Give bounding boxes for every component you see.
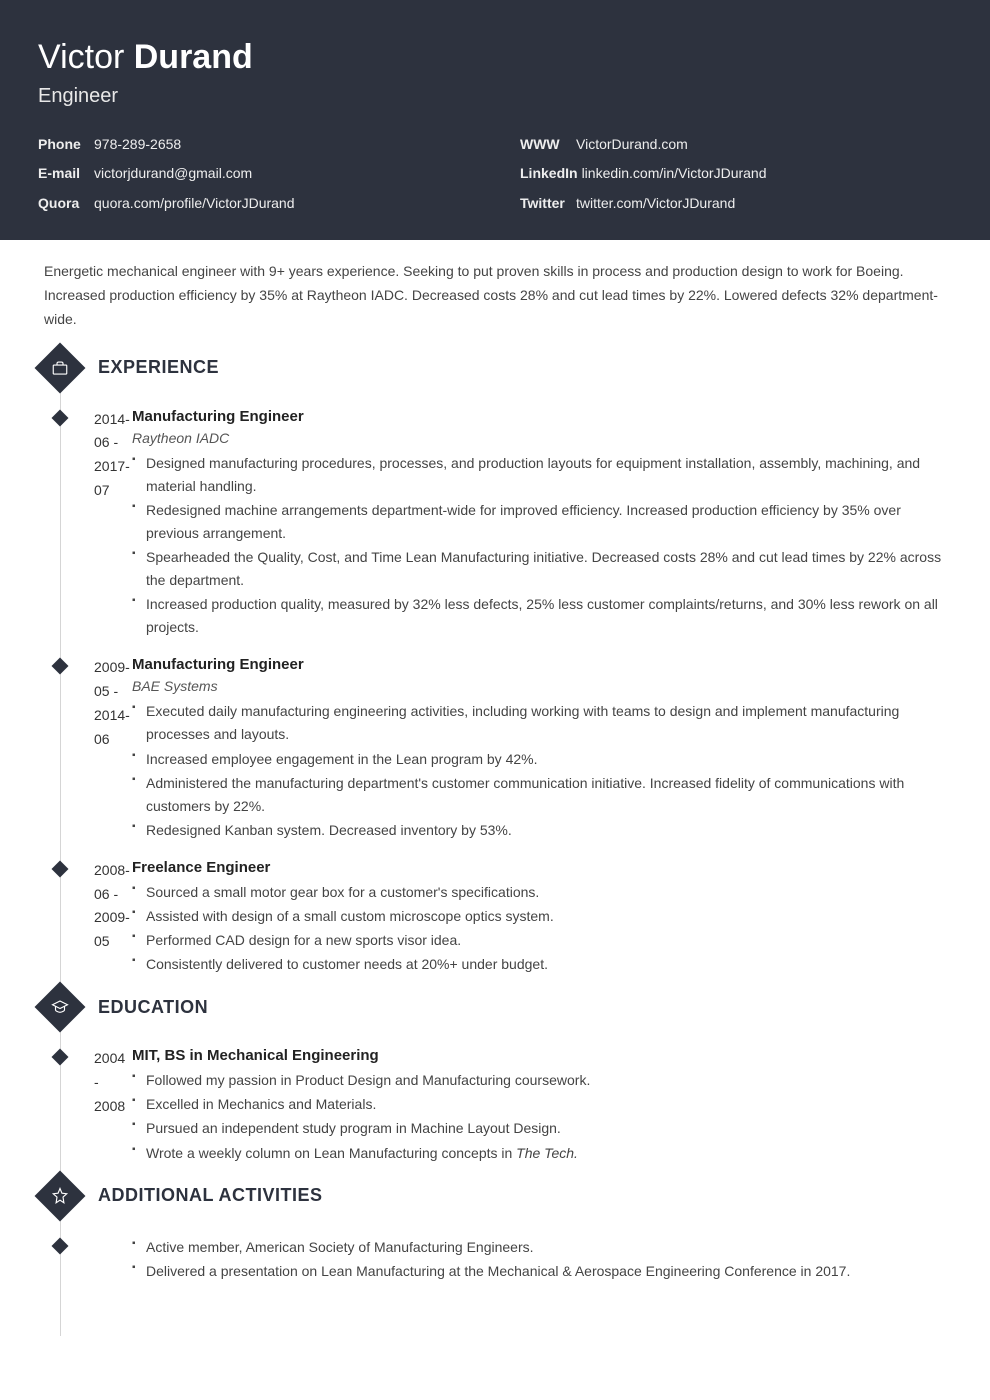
contact-value: quora.com/profile/VictorJDurand — [94, 195, 295, 211]
bullet-item: Executed daily manufacturing engineering… — [132, 700, 952, 746]
contact-row: Quoraquora.com/profile/VictorJDurand — [38, 189, 470, 218]
entry-dates: 2004 - 2008 — [44, 1047, 132, 1165]
section-title: EXPERIENCE — [98, 357, 219, 378]
entry-dates: 2009-05 - 2014-06 — [44, 656, 132, 843]
bullet-item: Wrote a weekly column on Lean Manufactur… — [132, 1142, 952, 1165]
contact-label: E-mail — [38, 159, 90, 188]
bullet-item: Delivered a presentation on Lean Manufac… — [132, 1260, 952, 1283]
bullet-item: Administered the manufacturing departmen… — [132, 772, 952, 818]
contact-value: victorjdurand@gmail.com — [94, 165, 252, 181]
contact-row: E-mailvictorjdurand@gmail.com — [38, 159, 470, 188]
contact-row: LinkedInlinkedin.com/in/VictorJDurand — [520, 159, 952, 188]
bullet-item: Pursued an independent study program in … — [132, 1117, 952, 1140]
contact-row: WWWVictorDurand.com — [520, 130, 952, 159]
contact-label: Twitter — [520, 189, 572, 218]
timeline-entry: 2004 - 2008MIT, BS in Mechanical Enginee… — [44, 1043, 952, 1165]
first-name: Victor — [38, 38, 124, 76]
bullet-list: Executed daily manufacturing engineering… — [132, 700, 952, 842]
briefcase-icon — [35, 342, 86, 393]
bullet-item: Designed manufacturing procedures, proce… — [132, 452, 952, 498]
contacts-right-column: WWWVictorDurand.comLinkedInlinkedin.com/… — [520, 130, 952, 218]
entry-body: Freelance Engineer Sourced a small motor … — [132, 859, 952, 977]
timeline-entry: 2008-06 - 2009-05Freelance Engineer Sourc… — [44, 855, 952, 977]
section-header: ADDITIONAL ACTIVITIES — [44, 1178, 952, 1214]
timeline-entry: 2009-05 - 2014-06Manufacturing Engineer B… — [44, 652, 952, 843]
bullet-item: Performed CAD design for a new sports vi… — [132, 929, 952, 952]
bullet-item: Increased production quality, measured b… — [132, 593, 952, 639]
education-section: EDUCATION 2004 - 2008MIT, BS in Mechanic… — [44, 989, 952, 1165]
bullet-item: Followed my passion in Product Design an… — [132, 1069, 952, 1092]
contacts-left-column: Phone978-289-2658E-mailvictorjdurand@gma… — [38, 130, 470, 218]
section-header: EDUCATION — [44, 989, 952, 1025]
section-header: EXPERIENCE — [44, 350, 952, 386]
section-title: EDUCATION — [98, 997, 208, 1018]
contact-value: twitter.com/VictorJDurand — [576, 195, 735, 211]
bullet-item: Sourced a small motor gear box for a cus… — [132, 881, 952, 904]
bullet-list: Active member, American Society of Manuf… — [132, 1236, 952, 1283]
name: Victor Durand — [38, 38, 952, 77]
activities-section: ADDITIONAL ACTIVITIES Active member, Ame… — [44, 1178, 952, 1284]
summary: Energetic mechanical engineer with 9+ ye… — [0, 240, 990, 349]
entry-dates: 2014-06 - 2017-07 — [44, 408, 132, 641]
bullet-item: Consistently delivered to customer needs… — [132, 953, 952, 976]
bullet-item: Redesigned machine arrangements departme… — [132, 499, 952, 545]
bullet-item: Increased employee engagement in the Lea… — [132, 748, 952, 771]
bullet-list: Followed my passion in Product Design an… — [132, 1069, 952, 1164]
bullet-item: Active member, American Society of Manuf… — [132, 1236, 952, 1259]
content: EXPERIENCE 2014-06 - 2017-07Manufacturin… — [0, 350, 990, 1336]
resume-header: Victor Durand Engineer Phone978-289-2658… — [0, 0, 990, 240]
contact-label: Quora — [38, 189, 90, 218]
entry-title: MIT, BS in Mechanical Engineering — [132, 1047, 952, 1064]
bullet-item: Spearheaded the Quality, Cost, and Time … — [132, 546, 952, 592]
job-title: Engineer — [38, 85, 952, 108]
bullet-item: Redesigned Kanban system. Decreased inve… — [132, 819, 952, 842]
entry-subtitle: BAE Systems — [132, 678, 952, 694]
entry-title: Manufacturing Engineer — [132, 656, 952, 673]
bullet-item: Excelled in Mechanics and Materials. — [132, 1093, 952, 1116]
bullet-list: Sourced a small motor gear box for a cus… — [132, 881, 952, 976]
entry-title: Freelance Engineer — [132, 859, 952, 876]
contacts: Phone978-289-2658E-mailvictorjdurand@gma… — [38, 130, 952, 218]
section-title: ADDITIONAL ACTIVITIES — [98, 1185, 323, 1206]
bullet-item: Assisted with design of a small custom m… — [132, 905, 952, 928]
contact-row: Twittertwitter.com/VictorJDurand — [520, 189, 952, 218]
contact-row: Phone978-289-2658 — [38, 130, 470, 159]
bullet-list: Designed manufacturing procedures, proce… — [132, 452, 952, 640]
timeline-entry: 2014-06 - 2017-07Manufacturing Engineer R… — [44, 404, 952, 641]
contact-label: WWW — [520, 130, 572, 159]
entry-body: Manufacturing Engineer Raytheon IADC Desig… — [132, 408, 952, 641]
timeline-entry: Active member, American Society of Manuf… — [44, 1232, 952, 1284]
entry-body: Manufacturing Engineer BAE Systems Execute… — [132, 656, 952, 843]
entry-body: MIT, BS in Mechanical Engineering Followe… — [132, 1047, 952, 1165]
entry-title: Manufacturing Engineer — [132, 408, 952, 425]
entry-dates: 2008-06 - 2009-05 — [44, 859, 132, 977]
contact-label: Phone — [38, 130, 90, 159]
graduation-cap-icon — [35, 982, 86, 1033]
experience-section: EXPERIENCE 2014-06 - 2017-07Manufacturin… — [44, 350, 952, 978]
contact-value: linkedin.com/in/VictorJDurand — [582, 165, 767, 181]
entry-subtitle: Raytheon IADC — [132, 430, 952, 446]
entry-body: Active member, American Society of Manuf… — [132, 1236, 952, 1284]
contact-value: 978-289-2658 — [94, 136, 181, 152]
last-name: Durand — [134, 38, 253, 76]
contact-value: VictorDurand.com — [576, 136, 688, 152]
star-icon — [35, 1170, 86, 1221]
contact-label: LinkedIn — [520, 159, 578, 188]
